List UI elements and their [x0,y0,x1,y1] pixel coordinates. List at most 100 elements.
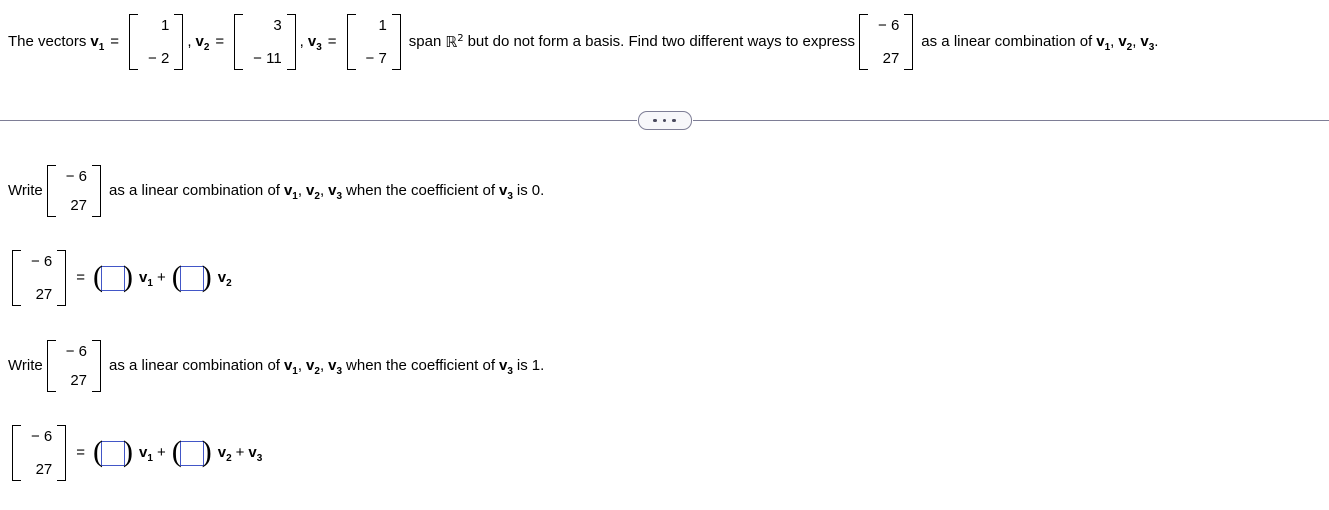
answer-vector-matrix: − 6 27 [12,250,67,306]
prompt-vector-v3: v3 [328,356,343,377]
matrix-cell: − 7 [365,50,387,67]
prompt-middle: as a linear combination of [109,181,280,199]
problem-middle-text: but do not form a basis. Find two differ… [467,32,856,50]
bracket-left [129,14,139,70]
prompt-vector-matrix: − 6 27 [46,340,102,392]
prompt-vector-v1: v1 [283,181,298,202]
prompt-lead: Write [8,181,43,199]
prompt-vector-v2: v2 [306,181,320,202]
problem-statement: The vectors v1 = 1 − 2 , v2 = 3 − 11 , v… [8,14,1158,70]
bracket-right [92,165,102,217]
part-2-answer-row: − 6 27 = ( ) v1 + ( ) v2 + v3 [8,425,262,481]
comma: , [319,181,325,199]
equals-sign-v2: = [215,32,225,50]
prompt-lead: Write [8,356,43,374]
answer-vector-matrix: − 6 27 [12,425,67,481]
comma: , [187,32,192,50]
ellipsis-dot-icon [653,118,657,123]
plus-sign-2: + [235,443,245,461]
prompt-vector-v1: v1 [283,356,298,377]
plus-sign: + [156,443,166,461]
prompt-coefficient-vector: v3 [499,181,513,202]
bracket-right [57,425,67,481]
answer-term-v1: v1 [139,268,153,289]
prompt-vector-v2: v2 [306,356,320,377]
ellipsis-dot-icon [672,118,676,123]
bracket-right [57,250,67,306]
section-divider [0,111,1329,130]
coefficient-1-input[interactable] [101,440,126,466]
target-vector-matrix: − 6 27 [859,14,914,70]
matrix-cell: − 6 [31,428,53,445]
coefficient-2-input[interactable] [179,440,204,466]
prompt-middle: as a linear combination of [109,356,280,374]
prompt-tail: when the coefficient of [346,356,496,374]
tail-vector-v2: v2 [1118,32,1133,53]
part-2-prompt: Write − 6 27 as a linear combination of … [8,340,544,392]
prompt-coefficient-value: 1. [531,356,545,374]
answer-term-v3: v3 [248,443,263,464]
matrix-cell: 1 [378,17,387,34]
matrix-cell: 3 [273,17,282,34]
bracket-left [859,14,869,70]
real-field-symbol: ℝ2 [445,32,464,51]
answer-term-v1: v1 [139,443,153,464]
coefficient-2-input[interactable] [179,265,204,291]
prompt-is-word: is [516,181,528,199]
coefficient-1-input[interactable] [101,265,126,291]
tail-vector-v3: v3 [1140,32,1155,53]
coefficient-2-group: ( ) [171,435,212,468]
prompt-coefficient-value: 0. [531,181,545,199]
comma: , [1132,32,1137,50]
matrix-cell: − 6 [878,17,900,34]
bracket-right [391,14,401,70]
comma: , [319,356,325,374]
matrix-cell: − 6 [65,168,88,185]
coefficient-1-group: ( ) [93,435,134,468]
bracket-left [346,14,356,70]
divider-line-right [692,120,1329,121]
matrix-cell: 27 [70,197,88,214]
matrix-cell: 27 [70,372,88,389]
prompt-vector-v3: v3 [328,181,343,202]
bracket-left [46,165,56,217]
equals-sign: = [76,443,86,461]
bracket-right [286,14,296,70]
vector-v3-label: v3 [307,32,322,53]
comma: , [297,356,303,374]
span-text: span [408,32,442,50]
divider-line-left [0,120,637,121]
matrix-cell: 1 [160,17,170,34]
comma: , [1110,32,1115,50]
matrix-cell: − 2 [148,50,170,67]
matrix-cell: 27 [35,286,53,303]
vector-v1-matrix: 1 − 2 [129,14,184,70]
plus-sign: + [156,268,166,286]
matrix-cell: − 11 [253,50,282,67]
bracket-right [92,340,102,392]
equals-sign-v3: = [327,32,337,50]
prompt-is-word: is [516,356,528,374]
prompt-tail: when the coefficient of [346,181,496,199]
equals-sign: = [76,268,86,286]
coefficient-1-group: ( ) [93,260,134,293]
prompt-coefficient-vector: v3 [499,356,513,377]
bracket-left [46,340,56,392]
problem-tail-text: as a linear combination of [921,32,1093,50]
answer-term-v2: v2 [217,443,232,464]
ellipsis-button[interactable] [637,111,692,130]
comma: , [297,181,303,199]
prompt-vector-matrix: − 6 27 [46,165,102,217]
problem-lead-text: The vectors [8,32,87,50]
ellipsis-dot-icon [662,118,667,123]
matrix-cell: 27 [882,50,900,67]
equals-sign-v1: = [110,32,120,50]
bracket-left [234,14,244,70]
vector-v2-label: v2 [195,32,210,53]
answer-term-v2: v2 [217,268,232,289]
tail-vector-v1: v1 [1096,32,1111,53]
comma: , [299,32,304,50]
bracket-right [904,14,914,70]
part-1-answer-row: − 6 27 = ( ) v1 + ( ) v2 [8,250,232,306]
bracket-left [12,250,21,306]
